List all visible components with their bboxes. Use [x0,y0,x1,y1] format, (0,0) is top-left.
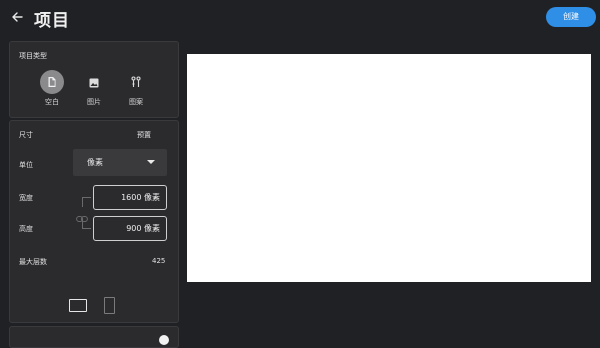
link-bracket-top [82,197,91,207]
type-option-pattern[interactable]: 图案 [116,70,156,107]
link-bracket-bottom [82,219,91,229]
type-option-blank[interactable]: 空白 [32,70,72,107]
size-heading: 尺寸 [19,131,33,139]
next-settings-panel [9,326,179,348]
project-type-heading: 项目类型 [19,52,47,60]
canvas-preview [187,54,591,282]
project-type-panel: 项目类型 空白 图片 图案 [9,41,179,118]
slider-thumb[interactable] [159,335,169,345]
create-button[interactable]: 创建 [546,7,596,27]
presets-button[interactable]: 预置 [137,130,151,140]
unit-dropdown-value: 像素 [87,158,103,167]
max-layers-label: 最大层数 [19,258,47,266]
file-icon [47,73,57,92]
portrait-orientation-icon[interactable] [104,297,115,314]
option-icon-holder [124,70,148,94]
landscape-orientation-icon[interactable] [69,299,87,312]
selected-indicator [40,70,64,94]
type-option-label: 图案 [129,98,143,106]
unit-dropdown[interactable]: 像素 [73,149,167,176]
height-label: 高度 [19,225,33,233]
pattern-icon [131,73,141,92]
option-icon-holder [82,70,106,94]
unit-label: 单位 [19,161,33,169]
page-title: 项目 [34,11,70,31]
top-bar: 项目 创建 [0,0,600,36]
image-icon [89,73,99,92]
type-option-label: 空白 [45,98,59,106]
width-label: 宽度 [19,194,33,202]
type-option-label: 图片 [87,98,101,106]
back-arrow-icon[interactable] [9,9,25,25]
type-option-image[interactable]: 图片 [74,70,114,107]
height-input[interactable] [93,216,167,241]
dropdown-arrow-icon [147,160,155,164]
max-layers-value: 425 [152,257,166,265]
width-input[interactable] [93,185,167,210]
